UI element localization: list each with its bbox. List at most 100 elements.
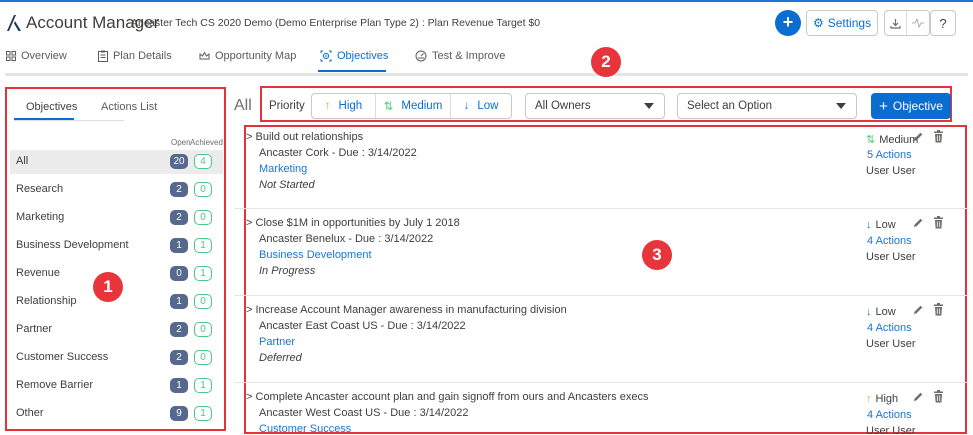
category-row[interactable]: All 20 4 xyxy=(10,150,223,174)
achieved-count-badge: 0 xyxy=(194,322,212,337)
gauge-icon xyxy=(415,50,427,62)
app-header: Account Manager Ancaster Tech CS 2020 De… xyxy=(0,2,973,42)
category-row[interactable]: Business Development 1 1 xyxy=(10,234,223,258)
category-row[interactable]: Customer Success 2 0 xyxy=(10,346,223,370)
category-row[interactable]: Partner 2 0 xyxy=(10,318,223,342)
chevron-down-icon xyxy=(644,103,654,109)
tab-test-improve[interactable]: Test & Improve xyxy=(415,50,505,62)
objective-category-link[interactable]: Marketing xyxy=(259,163,307,175)
chevron-down-icon xyxy=(836,103,846,109)
priority-label: Low xyxy=(875,306,896,318)
trash-icon[interactable] xyxy=(933,130,944,143)
settings-button[interactable]: ⚙ Settings xyxy=(806,10,878,36)
arrow-down-icon: ↓ xyxy=(866,306,872,318)
chevron-right-icon[interactable]: > xyxy=(246,304,252,316)
achieved-column-header: Achieved xyxy=(190,138,223,147)
objective-title: Complete Ancaster account plan and gain … xyxy=(255,391,649,403)
tab-objectives[interactable]: Objectives xyxy=(320,50,388,62)
tab-objectives-list[interactable]: Objectives xyxy=(26,101,77,113)
objective-title-row[interactable]: > Close $1M in opportunities by July 1 2… xyxy=(246,217,460,229)
category-label: Relationship xyxy=(16,295,77,307)
add-objective-button[interactable]: + Objective xyxy=(871,93,951,119)
objective-actions-link[interactable]: 4 Actions xyxy=(867,409,912,421)
add-objective-label: Objective xyxy=(892,99,943,113)
main-tabs: Overview Plan Details Opportunity Map Ob… xyxy=(0,42,973,72)
pencil-icon[interactable] xyxy=(912,304,924,316)
achieved-count-badge: 1 xyxy=(194,406,212,421)
category-row[interactable]: Other 9 1 xyxy=(10,402,223,426)
open-count-badge: 1 xyxy=(170,378,188,393)
trash-icon[interactable] xyxy=(933,303,944,316)
objective-actions-link[interactable]: 4 Actions xyxy=(867,235,912,247)
trash-icon[interactable] xyxy=(933,390,944,403)
add-button[interactable]: + xyxy=(775,10,801,36)
left-active-tab-indicator xyxy=(14,118,74,120)
help-button[interactable]: ? xyxy=(930,10,956,36)
gear-icon: ⚙ xyxy=(812,16,824,30)
swap-arrows-icon: ⇅ xyxy=(383,101,394,113)
pencil-icon[interactable] xyxy=(912,217,924,229)
priority-medium-button[interactable]: ⇅ Medium xyxy=(376,94,451,118)
priority-low-button[interactable]: ↓ Low xyxy=(451,94,511,118)
objective-title-row[interactable]: > Build out relationships xyxy=(246,131,363,143)
objective-priority: ↑ High xyxy=(866,393,898,405)
objective-category-link[interactable]: Business Development xyxy=(259,249,372,261)
category-label: Customer Success xyxy=(16,351,109,363)
priority-label: Priority xyxy=(269,100,305,112)
objective-account-due: Ancaster West Coast US - Due : 3/14/2022 xyxy=(259,407,469,419)
category-label: Revenue xyxy=(16,267,61,279)
open-count-badge: 20 xyxy=(170,154,188,169)
pulse-button[interactable] xyxy=(907,11,929,35)
chevron-right-icon[interactable]: > xyxy=(246,131,252,143)
objective-title: Build out relationships xyxy=(255,131,364,143)
objective-title-row[interactable]: > Increase Account Manager awareness in … xyxy=(246,304,567,316)
tab-overview[interactable]: Overview xyxy=(6,50,67,62)
achieved-count-badge: 1 xyxy=(194,238,212,253)
objective-actions-link[interactable]: 5 Actions xyxy=(867,149,912,161)
objective-category-link[interactable]: Customer Success xyxy=(259,423,351,435)
pencil-icon[interactable] xyxy=(912,391,924,403)
tab-actions-list[interactable]: Actions List xyxy=(101,101,157,113)
chevron-right-icon[interactable]: > xyxy=(246,391,252,403)
settings-label: Settings xyxy=(827,16,872,30)
pulse-icon xyxy=(912,18,924,28)
tab-label: Objectives xyxy=(337,50,389,62)
priority-medium-label: Medium xyxy=(401,100,443,112)
achieved-count-badge: 0 xyxy=(194,182,212,197)
objective-title-row[interactable]: > Complete Ancaster account plan and gai… xyxy=(246,391,648,403)
row-divider xyxy=(234,295,969,296)
objective-title: Close $1M in opportunities by July 1 201… xyxy=(255,217,460,229)
tab-opportunity-map[interactable]: Opportunity Map xyxy=(199,50,296,62)
filter-heading: All xyxy=(234,97,252,114)
objective-account-due: Ancaster Benelux - Due : 3/14/2022 xyxy=(259,233,434,245)
category-label: Partner xyxy=(16,323,53,335)
objectives-list-highlight xyxy=(244,125,967,434)
category-row[interactable]: Marketing 2 0 xyxy=(10,206,223,230)
pencil-icon[interactable] xyxy=(912,131,924,143)
achieved-count-badge: 1 xyxy=(194,378,212,393)
download-button[interactable] xyxy=(885,11,907,35)
chevron-right-icon[interactable]: > xyxy=(246,217,252,229)
tab-label: Overview xyxy=(21,50,67,62)
owner-select[interactable]: All Owners xyxy=(525,93,665,119)
trash-icon[interactable] xyxy=(933,216,944,229)
objective-priority: ↓ Low xyxy=(866,219,896,231)
tab-plan-details[interactable]: Plan Details xyxy=(98,50,172,62)
open-count-badge: 0 xyxy=(170,266,188,281)
option-select-value: Select an Option xyxy=(687,100,773,112)
priority-high-label: High xyxy=(338,100,363,112)
achieved-count-badge: 0 xyxy=(194,294,212,309)
tab-label: Plan Details xyxy=(113,50,172,62)
category-row[interactable]: Remove Barrier 1 1 xyxy=(10,374,223,398)
priority-high-button[interactable]: ↑ High xyxy=(312,94,376,118)
category-label: Research xyxy=(16,183,64,195)
objective-owner: User User xyxy=(866,165,916,177)
option-select[interactable]: Select an Option xyxy=(677,93,857,119)
category-row[interactable]: Research 2 0 xyxy=(10,178,223,202)
objective-account-due: Ancaster Cork - Due : 3/14/2022 xyxy=(259,147,417,159)
objective-category-link[interactable]: Partner xyxy=(259,336,295,348)
target-icon xyxy=(320,50,332,62)
objective-actions-link[interactable]: 4 Actions xyxy=(867,322,912,334)
objective-status: Deferred xyxy=(259,352,302,364)
open-count-badge: 2 xyxy=(170,350,188,365)
